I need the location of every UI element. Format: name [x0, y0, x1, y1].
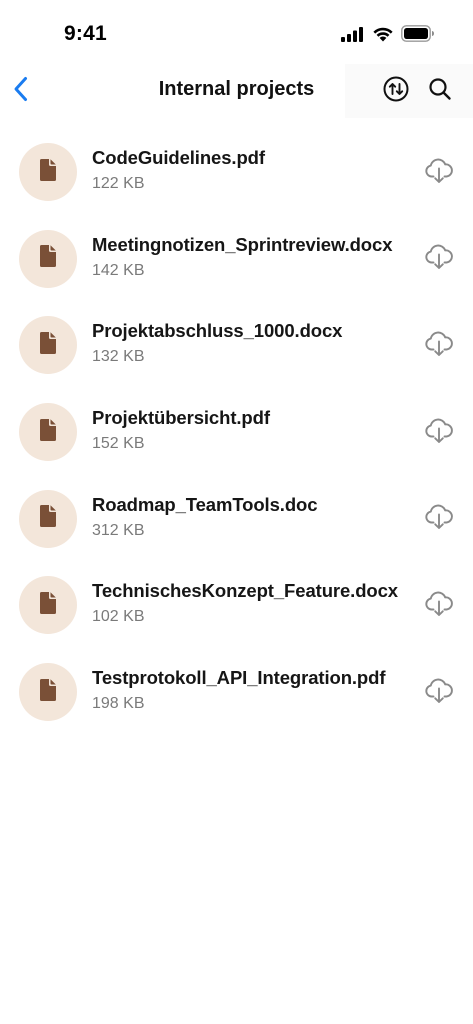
file-item[interactable]: Roadmap_TeamTools.doc 312 KB	[0, 476, 473, 563]
file-size: 312 KB	[92, 521, 145, 539]
file-name: Testprotokoll_API_Integration.pdf	[92, 667, 386, 689]
search-icon	[428, 77, 452, 106]
document-icon	[38, 158, 58, 187]
file-text: Projektübersicht.pdf 152 KB	[92, 407, 413, 453]
file-item[interactable]: TechnischesKonzept_Feature.docx 102 KB	[0, 562, 473, 649]
file-name: Roadmap_TeamTools.doc	[92, 493, 318, 515]
sort-arrows-icon	[383, 76, 409, 107]
file-name: Meetingnotizen_Sprintreview.docx	[92, 233, 393, 255]
file-text: Projektabschluss_1000.docx 132 KB	[92, 320, 413, 366]
file-size: 198 KB	[92, 695, 145, 713]
file-avatar	[19, 403, 77, 462]
file-size: 102 KB	[92, 608, 145, 626]
file-text: Meetingnotizen_Sprintreview.docx 142 KB	[92, 234, 413, 280]
file-name: Projektabschluss_1000.docx	[92, 320, 343, 342]
cloud-download-icon	[424, 503, 454, 536]
file-item[interactable]: Projektübersicht.pdf 152 KB	[0, 389, 473, 476]
cloud-download-icon	[424, 590, 454, 623]
file-item[interactable]: Projektabschluss_1000.docx 132 KB	[0, 302, 473, 389]
cloud-download-icon	[424, 243, 454, 276]
download-button[interactable]	[423, 417, 455, 449]
file-name: TechnischesKonzept_Feature.docx	[92, 580, 398, 602]
cloud-download-icon	[424, 677, 454, 710]
navigation-bar: Internal projects	[0, 64, 473, 118]
download-button[interactable]	[423, 244, 455, 276]
file-size: 152 KB	[92, 435, 145, 453]
file-list: CodeGuidelines.pdf 122 KB Meetingnotizen…	[0, 129, 473, 736]
file-avatar	[19, 576, 77, 635]
file-text: CodeGuidelines.pdf 122 KB	[92, 147, 413, 193]
file-text: TechnischesKonzept_Feature.docx 102 KB	[92, 580, 413, 626]
header-actions	[345, 64, 473, 118]
file-avatar	[19, 143, 77, 201]
file-text: Testprotokoll_API_Integration.pdf 198 KB	[92, 667, 413, 713]
download-button[interactable]	[423, 590, 455, 622]
document-icon	[38, 418, 58, 447]
file-size: 122 KB	[92, 175, 145, 192]
download-button[interactable]	[423, 504, 455, 536]
file-name: Projektübersicht.pdf	[92, 407, 270, 429]
document-icon	[38, 591, 58, 620]
file-item[interactable]: CodeGuidelines.pdf 122 KB	[0, 129, 473, 216]
file-size: 132 KB	[92, 348, 145, 366]
battery-icon	[401, 25, 435, 47]
download-button[interactable]	[423, 157, 455, 189]
file-text: Roadmap_TeamTools.doc 312 KB	[92, 494, 413, 540]
file-item[interactable]: Meetingnotizen_Sprintreview.docx 142 KB	[0, 216, 473, 303]
download-button[interactable]	[423, 677, 455, 709]
cellular-signal-icon	[341, 26, 365, 47]
file-avatar	[19, 489, 77, 548]
document-icon	[38, 504, 58, 533]
file-size: 142 KB	[92, 261, 145, 279]
cloud-download-icon	[424, 157, 454, 190]
document-icon	[38, 331, 58, 360]
file-item[interactable]: Testprotokoll_API_Integration.pdf 198 KB	[0, 649, 473, 736]
status-time: 9:41	[64, 22, 107, 45]
sort-button[interactable]	[381, 76, 411, 106]
document-icon	[38, 244, 58, 273]
status-icons	[341, 25, 435, 47]
file-name: CodeGuidelines.pdf	[92, 147, 265, 168]
file-avatar	[19, 316, 77, 375]
document-icon	[38, 678, 58, 707]
status-bar: 9:41	[0, 0, 473, 64]
download-button[interactable]	[423, 330, 455, 362]
cloud-download-icon	[424, 417, 454, 450]
wifi-icon	[372, 26, 394, 47]
file-avatar	[19, 663, 77, 722]
file-avatar	[19, 229, 77, 288]
search-button[interactable]	[425, 76, 455, 106]
cloud-download-icon	[424, 330, 454, 363]
